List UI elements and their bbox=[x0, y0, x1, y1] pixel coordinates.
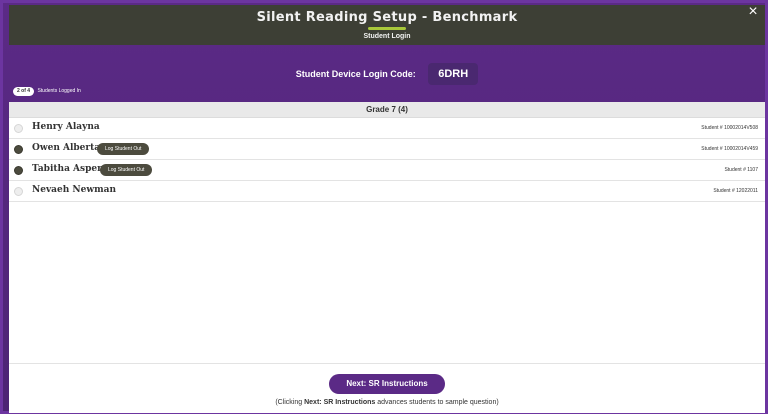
grade-header: Grade 7 (4) bbox=[9, 102, 765, 118]
student-row: Tabitha Aspen Log Student Out Student # … bbox=[9, 160, 765, 181]
student-number: Student # 10002014V508 bbox=[701, 125, 758, 131]
page-subtitle: Student Login bbox=[363, 33, 411, 40]
login-status-dot bbox=[14, 166, 23, 175]
student-row: Nevaeh Newman Student # 12022011 bbox=[9, 181, 765, 202]
student-name: Tabitha Aspen bbox=[32, 164, 104, 174]
title-underline bbox=[368, 27, 406, 30]
hint-prefix: (Clicking bbox=[275, 399, 305, 406]
log-student-out-button[interactable]: Log Student Out bbox=[97, 143, 150, 155]
next-sr-instructions-button[interactable]: Next: SR Instructions bbox=[329, 374, 445, 394]
logged-in-status: 2 of 4 Students Logged In bbox=[13, 87, 81, 97]
student-list-panel: Grade 7 (4) Henry Alayna Student # 10002… bbox=[9, 102, 765, 363]
logged-in-label: Students Logged In bbox=[37, 88, 81, 94]
login-code-label: Student Device Login Code: bbox=[295, 69, 416, 79]
student-number: Student # 12022011 bbox=[713, 188, 758, 194]
student-row: Owen Alberta Log Student Out Student # 1… bbox=[9, 139, 765, 160]
modal-header: Silent Reading Setup - Benchmark Student… bbox=[9, 5, 765, 45]
modal-frame: Silent Reading Setup - Benchmark Student… bbox=[0, 0, 768, 414]
student-number: Student # 10002014V459 bbox=[701, 146, 758, 152]
login-status-dot bbox=[14, 145, 23, 154]
close-icon[interactable]: × bbox=[745, 4, 761, 21]
hint-bold: Next: bbox=[304, 399, 322, 406]
student-row: Henry Alayna Student # 10002014V508 bbox=[9, 118, 765, 139]
hint-suffix: advances students to sample question) bbox=[375, 399, 499, 406]
login-code-row: Student Device Login Code: 6DRH bbox=[3, 63, 768, 87]
student-name: Owen Alberta bbox=[32, 143, 101, 153]
login-status-dot bbox=[14, 124, 23, 133]
student-name: Henry Alayna bbox=[32, 122, 100, 132]
logged-in-count-badge: 2 of 4 bbox=[13, 87, 35, 96]
next-hint-text: (Clicking Next: SR Instructions advances… bbox=[9, 399, 765, 406]
page-title: Silent Reading Setup - Benchmark bbox=[256, 10, 518, 25]
log-student-out-button[interactable]: Log Student Out bbox=[100, 164, 153, 176]
login-code-value: 6DRH bbox=[428, 63, 479, 85]
login-status-dot bbox=[14, 187, 23, 196]
hint-middle: SR Instructions bbox=[321, 399, 376, 406]
student-name: Nevaeh Newman bbox=[32, 185, 117, 195]
student-number: Student # 1107 bbox=[724, 167, 758, 173]
footer: Next: SR Instructions (Clicking Next: SR… bbox=[9, 363, 765, 413]
